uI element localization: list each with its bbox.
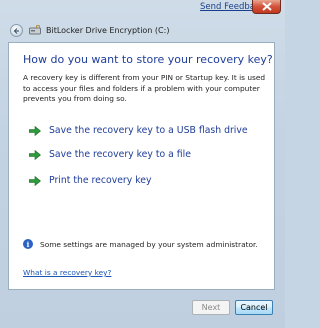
close-icon [262,2,272,11]
option-save-file[interactable]: Save the recovery key to a file [29,149,191,160]
back-arrow-icon [13,27,19,34]
option-save-usb[interactable]: Save the recovery key to a USB flash dri… [29,125,248,136]
cancel-button[interactable]: Cancel [235,300,273,315]
info-icon: i [23,239,33,249]
title-bar: BitLocker Drive Encryption (C:) [10,22,169,38]
bitlocker-drive-icon [29,25,41,35]
green-arrow-icon [29,149,41,160]
description-text: A recovery key is different from your PI… [23,73,266,103]
button-bar: Next Cancel [8,290,275,320]
help-link[interactable]: What is a recovery key? [23,268,111,277]
green-arrow-icon [29,125,41,136]
content-panel: How do you want to store your recovery k… [8,42,275,290]
back-button[interactable] [10,23,23,37]
option-label: Print the recovery key [49,175,152,186]
option-label: Save the recovery key to a file [49,149,191,160]
page-title: How do you want to store your recovery k… [23,53,273,66]
window-title: BitLocker Drive Encryption (C:) [46,25,170,35]
admin-info-row: i Some settings are managed by your syst… [23,239,258,249]
option-label: Save the recovery key to a USB flash dri… [49,125,248,136]
admin-info-text: Some settings are managed by your system… [40,239,258,249]
option-print-key[interactable]: Print the recovery key [29,175,151,186]
next-button[interactable]: Next [192,300,230,315]
green-arrow-icon [29,175,41,186]
close-button[interactable] [252,0,281,14]
